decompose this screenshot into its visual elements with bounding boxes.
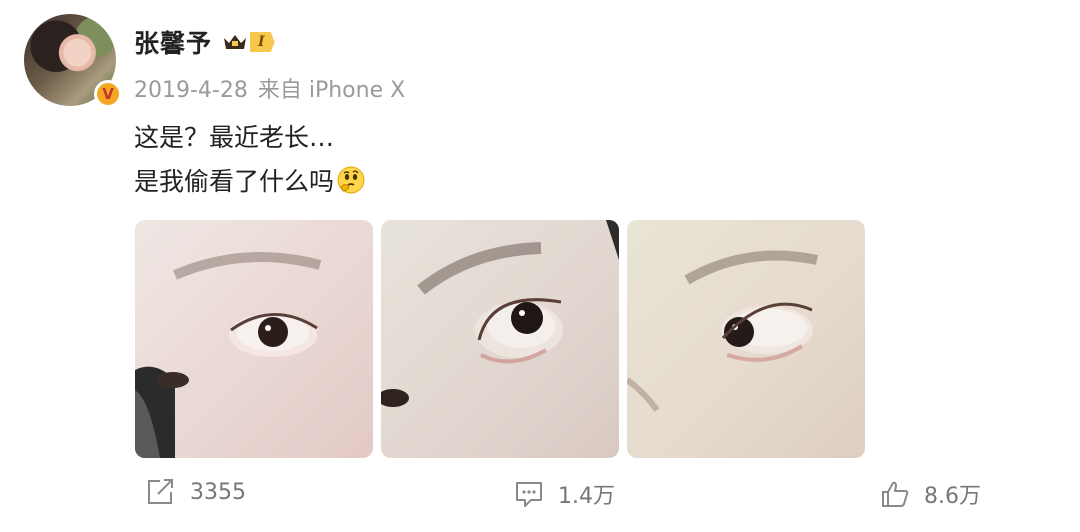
thumbs-up-icon [882,481,909,507]
post-source: 来自 iPhone X [257,78,406,103]
post-text: 这是？最近老长… 是我偷看了什么吗 [134,116,366,204]
post-image-2[interactable] [381,220,619,458]
repost-icon [148,479,173,504]
crown-icon [224,35,247,49]
photo-grid [135,220,865,458]
thinking-face-icon [337,166,365,194]
post-date[interactable]: 2019-4-28 [134,78,248,103]
vip-level: I [250,32,275,52]
post-text-line-1: 这是？最近老长… [134,123,335,152]
username[interactable]: 张馨予 [134,24,212,60]
post-meta: 2019-4-28 来自 iPhone X [134,72,405,104]
like-button[interactable]: 8.6万 [880,478,981,510]
comment-button[interactable]: 1.4万 [514,478,615,510]
comment-icon [516,482,542,507]
repost-button[interactable]: 3355 [146,478,246,506]
vip-badge[interactable]: I [222,32,275,52]
comment-count: 1.4万 [558,484,615,509]
avatar[interactable]: V [24,14,122,110]
post-image-1[interactable] [135,220,373,458]
action-bar: 3355 1.4万 8.6万 [0,478,1080,518]
post-image-3[interactable] [627,220,865,458]
name-row: 张馨予 I [134,24,275,60]
repost-count: 3355 [190,479,246,505]
post-text-line-2: 是我偷看了什么吗 [134,167,335,196]
post-text-line-2-wrap: 是我偷看了什么吗 [134,160,366,204]
verified-badge-icon: V [94,80,122,108]
like-count: 8.6万 [924,484,981,509]
